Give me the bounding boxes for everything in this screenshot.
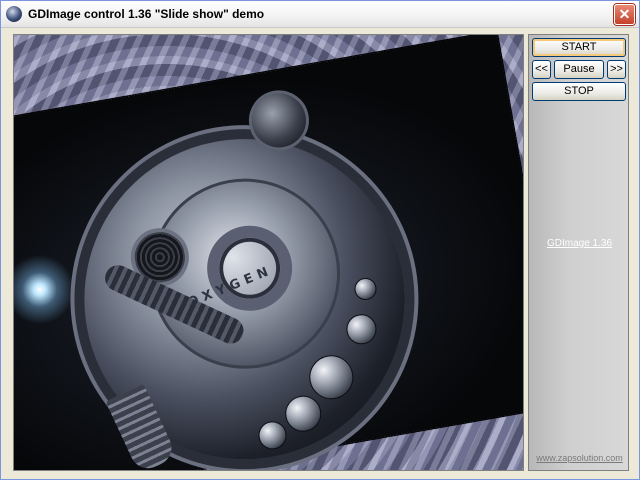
close-button[interactable]: ✕ [614,4,635,25]
website-link[interactable]: www.zapsolution.com [529,453,630,463]
previous-button[interactable]: << [532,60,551,79]
slideshow-canvas: OXYGEN [13,34,524,471]
next-button[interactable]: >> [607,60,626,79]
client-area: OXYGEN START << Pause >> STOP GDImage 1.… [5,29,635,475]
lens-bubble [344,311,379,347]
lens-bubble [256,419,289,452]
stop-button[interactable]: STOP [532,82,626,101]
title-bar[interactable]: GDImage control 1.36 "Slide show" demo ✕ [1,1,639,28]
lens-bubble [282,392,325,435]
control-panel: START << Pause >> STOP GDImage 1.36 www.… [528,34,629,471]
lens-bubble [305,351,357,403]
version-link[interactable]: GDImage 1.36 [529,238,630,249]
lens-flare [14,249,81,331]
start-button[interactable]: START [532,38,626,57]
window-title: GDImage control 1.36 "Slide show" demo [28,7,265,21]
logo-ring [200,219,299,318]
app-window: GDImage control 1.36 "Slide show" demo ✕… [0,0,640,480]
slide-image: OXYGEN [14,35,523,470]
lens-bubble [352,276,379,302]
app-icon [6,6,22,22]
pause-button[interactable]: Pause [554,60,604,79]
